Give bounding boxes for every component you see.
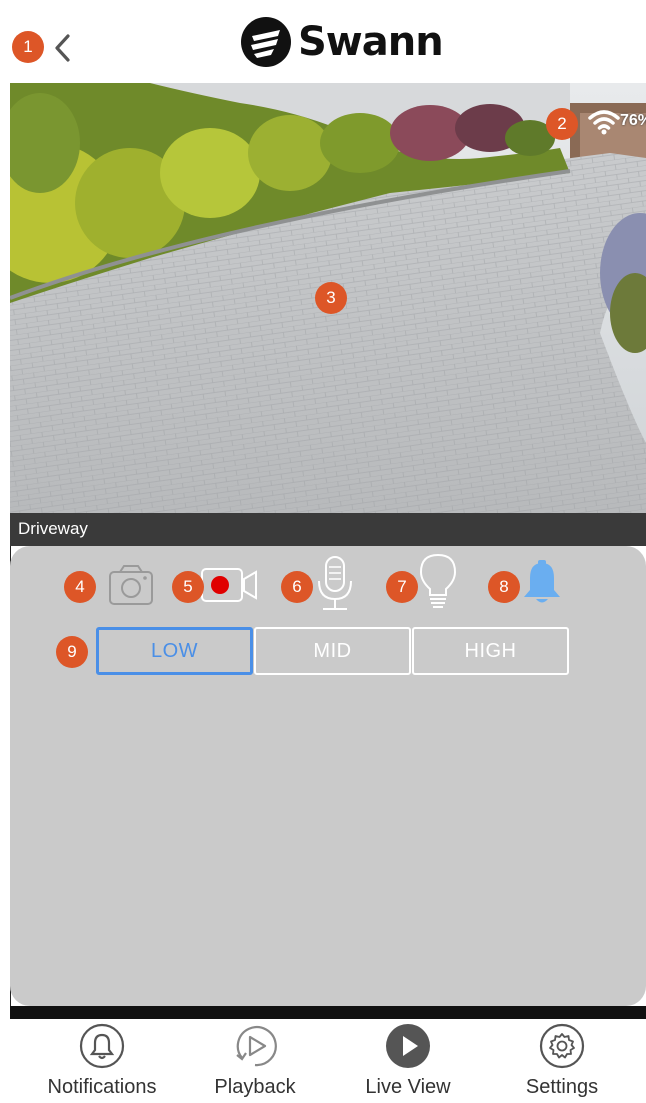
- marker-9: 9: [56, 636, 88, 668]
- nav-item-live-view[interactable]: Live View: [338, 1019, 478, 1103]
- camera-name-bar: Driveway: [10, 513, 646, 546]
- quality-mid-button[interactable]: MID: [254, 627, 411, 675]
- marker-4: 4: [64, 571, 96, 603]
- app-header: Swann: [10, 0, 646, 83]
- controls-panel: [10, 546, 646, 1006]
- playback-icon: [236, 1025, 277, 1067]
- marker-2: 2: [546, 108, 578, 140]
- marker-5: 5: [172, 571, 204, 603]
- nav-label-playback: Playback: [214, 1076, 296, 1098]
- marker-3: 3: [315, 282, 347, 314]
- marker-1: 1: [12, 31, 44, 63]
- signal-strength-text: 76%: [620, 112, 646, 129]
- swann-logo-mark-icon: [241, 17, 291, 67]
- microphone-icon[interactable]: [315, 555, 355, 613]
- marker-7: 7: [386, 571, 418, 603]
- marker-8: 8: [488, 571, 520, 603]
- nav-label-live-view: Live View: [365, 1076, 451, 1098]
- swann-logo: Swann: [240, 16, 444, 68]
- play-icon: [386, 1024, 430, 1068]
- bottom-nav: Notifications Playback Live View Setting…: [10, 1019, 646, 1103]
- bell-icon[interactable]: [521, 560, 563, 606]
- gear-icon: [539, 1023, 585, 1069]
- wifi-signal-icon: [588, 110, 620, 135]
- quality-high-button[interactable]: HIGH: [412, 627, 569, 675]
- bell-icon: [79, 1023, 125, 1069]
- marker-6: 6: [281, 571, 313, 603]
- light-bulb-icon[interactable]: [418, 553, 458, 611]
- logo-text: Swann: [298, 19, 444, 65]
- nav-item-playback[interactable]: Playback: [185, 1019, 325, 1103]
- back-arrow-icon[interactable]: [48, 28, 78, 68]
- camera-name: Driveway: [18, 519, 88, 538]
- nav-item-notifications[interactable]: Notifications: [32, 1019, 172, 1103]
- divider: [10, 1006, 646, 1019]
- camera-snapshot-icon[interactable]: [108, 561, 154, 607]
- record-icon[interactable]: [200, 565, 260, 605]
- nav-label-notifications: Notifications: [47, 1076, 157, 1098]
- nav-item-settings[interactable]: Settings: [492, 1019, 632, 1103]
- nav-label-settings: Settings: [525, 1076, 599, 1098]
- quality-low-button[interactable]: LOW: [96, 627, 253, 675]
